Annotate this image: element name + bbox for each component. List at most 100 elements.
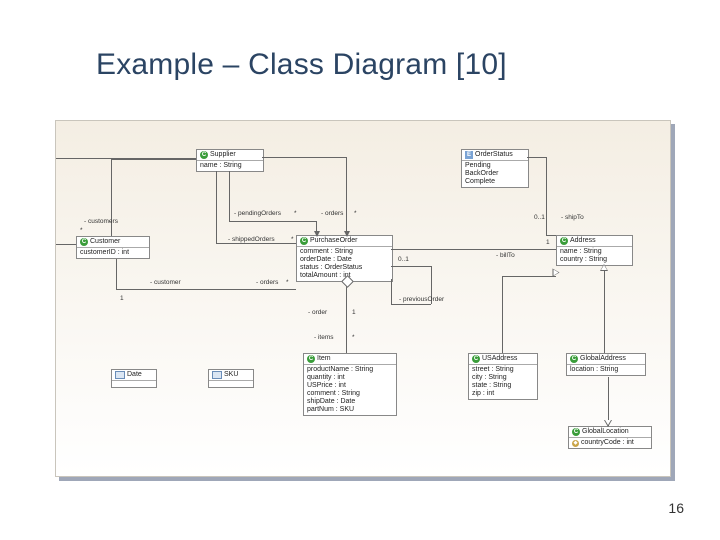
mult-label: 1 bbox=[120, 295, 124, 302]
edge bbox=[604, 270, 605, 353]
attr-vis-icon: ◆ bbox=[572, 440, 579, 447]
edge bbox=[391, 249, 556, 250]
edge bbox=[56, 244, 76, 245]
enum-icon: E bbox=[465, 151, 473, 159]
datatype-sku: SKU bbox=[208, 369, 254, 388]
role-label: - orders bbox=[256, 279, 278, 286]
mult-label: 0..1 bbox=[534, 214, 545, 221]
arrow-icon bbox=[344, 231, 350, 237]
class-name: Date bbox=[127, 371, 142, 379]
class-icon: C bbox=[307, 355, 315, 363]
class-icon: C bbox=[472, 355, 480, 363]
class-icon: C bbox=[572, 428, 580, 436]
edge bbox=[346, 279, 347, 353]
attr: BackOrder bbox=[465, 170, 525, 178]
slide: Example – Class Diagram [10] 16 CSupplie… bbox=[0, 0, 720, 540]
edge bbox=[262, 157, 347, 158]
attr: Pending bbox=[465, 162, 525, 170]
generalization-icon bbox=[600, 264, 608, 271]
role-label: - shipTo bbox=[561, 214, 584, 221]
class-globallocation: CGlobalLocation ◆ countryCode : int bbox=[568, 426, 652, 449]
attr: city : String bbox=[472, 374, 534, 382]
edge bbox=[229, 171, 230, 221]
class-name: USAddress bbox=[482, 355, 517, 363]
edge bbox=[391, 266, 431, 267]
mult-label: * bbox=[352, 334, 355, 341]
class-name: OrderStatus bbox=[475, 151, 513, 159]
edge bbox=[229, 221, 316, 222]
class-name: Address bbox=[570, 237, 596, 245]
mult-label: * bbox=[80, 227, 83, 234]
attr: state : String bbox=[472, 382, 534, 390]
arrow-icon bbox=[314, 231, 320, 237]
datatype-icon bbox=[115, 371, 125, 379]
class-icon: C bbox=[80, 238, 88, 246]
generalization-icon bbox=[604, 420, 612, 427]
attr: comment : String bbox=[307, 390, 393, 398]
page-number: 16 bbox=[668, 500, 684, 516]
edge bbox=[216, 243, 296, 244]
class-globaladdress: CGlobalAddress location : String bbox=[566, 353, 646, 376]
mult-label: * bbox=[294, 210, 297, 217]
attr: name : String bbox=[197, 161, 263, 171]
class-name: Customer bbox=[90, 238, 120, 246]
edge bbox=[148, 289, 296, 290]
class-address: CAddress name : String country : String bbox=[556, 235, 633, 266]
mult-label: * bbox=[286, 279, 289, 286]
edge bbox=[111, 159, 196, 160]
role-label: - customers bbox=[84, 218, 118, 225]
mult-label: 0..1 bbox=[398, 256, 409, 263]
edge bbox=[502, 276, 556, 277]
attr: quantity : int bbox=[307, 374, 393, 382]
class-supplier: CSupplier name : String bbox=[196, 149, 264, 172]
attr: countryCode : int bbox=[581, 439, 634, 446]
diagram-frame: CSupplier name : String EOrderStatus Pen… bbox=[55, 120, 671, 477]
mult-label: 1 bbox=[352, 309, 356, 316]
edge bbox=[391, 279, 392, 304]
class-customer: CCustomer customerID : int bbox=[76, 236, 150, 259]
class-name: PurchaseOrder bbox=[310, 237, 357, 245]
role-label: - items bbox=[314, 334, 334, 341]
edge bbox=[391, 304, 431, 305]
attr: partNum : SKU bbox=[307, 406, 393, 414]
mult-label: * bbox=[354, 210, 357, 217]
edge bbox=[346, 157, 347, 235]
edge bbox=[546, 235, 556, 236]
attr: street : String bbox=[472, 366, 534, 374]
attr: Complete bbox=[465, 178, 525, 186]
class-item: CItem productName : String quantity : in… bbox=[303, 353, 397, 416]
class-purchaseorder: CPurchaseOrder comment : String orderDat… bbox=[296, 235, 393, 282]
role-label: - previousOrder bbox=[399, 296, 444, 303]
class-name: Item bbox=[317, 355, 331, 363]
attr: status : OrderStatus bbox=[300, 264, 389, 272]
class-icon: C bbox=[200, 151, 208, 159]
attr: customerID : int bbox=[77, 248, 149, 258]
page-title: Example – Class Diagram [10] bbox=[96, 48, 507, 82]
role-label: - customer bbox=[150, 279, 181, 286]
class-name: Supplier bbox=[210, 151, 236, 159]
attr: location : String bbox=[567, 365, 645, 375]
edge bbox=[216, 171, 217, 243]
class-usaddress: CUSAddress street : String city : String… bbox=[468, 353, 538, 400]
edge bbox=[527, 157, 546, 158]
edge bbox=[608, 377, 609, 426]
role-label: - order bbox=[308, 309, 327, 316]
class-icon: C bbox=[560, 237, 568, 245]
edge bbox=[116, 289, 148, 290]
mult-label: 1 bbox=[546, 239, 550, 246]
class-orderstatus: EOrderStatus Pending BackOrder Complete bbox=[461, 149, 529, 188]
attr: productName : String bbox=[307, 366, 393, 374]
class-icon: C bbox=[300, 237, 308, 245]
generalization-icon bbox=[553, 269, 560, 277]
role-label: - billTo bbox=[496, 252, 515, 259]
class-name: SKU bbox=[224, 371, 238, 379]
attr: orderDate : Date bbox=[300, 256, 389, 264]
attr: comment : String bbox=[300, 248, 389, 256]
datatype-date: Date bbox=[111, 369, 157, 388]
attr: shipDate : Date bbox=[307, 398, 393, 406]
class-name: GlobalAddress bbox=[580, 355, 626, 363]
uml-diagram: CSupplier name : String EOrderStatus Pen… bbox=[56, 121, 670, 476]
class-icon: C bbox=[570, 355, 578, 363]
role-label: - orders bbox=[321, 210, 343, 217]
attr: country : String bbox=[560, 256, 629, 264]
